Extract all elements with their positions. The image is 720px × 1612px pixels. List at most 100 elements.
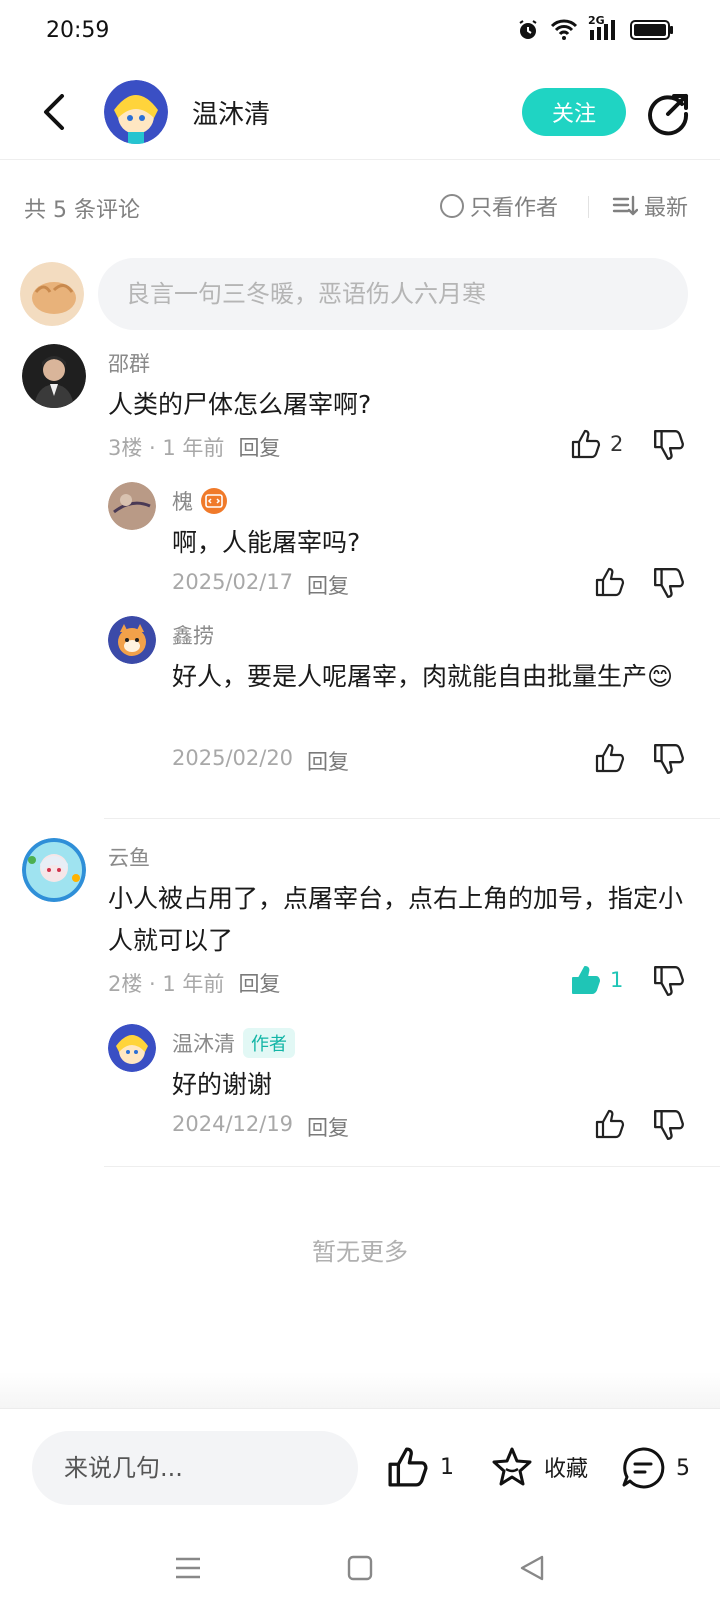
thumbs-down-icon: [654, 744, 684, 774]
avatar[interactable]: [108, 1024, 156, 1072]
thumbs-up-icon: [595, 743, 625, 773]
battery-icon: [630, 20, 673, 40]
thumbs-up-icon: [595, 567, 625, 597]
menu-icon: [176, 1557, 200, 1579]
like-button[interactable]: 2: [570, 428, 623, 460]
divider: [588, 196, 589, 218]
dislike-button[interactable]: [652, 1108, 688, 1144]
dislike-button[interactable]: [652, 964, 688, 1000]
thumbs-up-filled-icon: [572, 966, 600, 994]
reply-meta: 2025/02/20 回复: [172, 746, 349, 776]
status-bar: 20:59 2G: [0, 0, 720, 64]
comment-meta: 2楼 · 1 年前 回复: [108, 968, 280, 998]
favorite-label: 收藏: [544, 1457, 589, 1482]
dislike-button[interactable]: [652, 566, 688, 602]
comment-count: 共 5 条评论: [24, 198, 140, 223]
like-button[interactable]: [594, 742, 626, 774]
reply-button[interactable]: 回复: [238, 432, 280, 462]
reply-author-name: 槐: [172, 490, 193, 514]
back-triangle-icon: [520, 1555, 544, 1581]
like-button-active[interactable]: 1: [570, 964, 623, 996]
avatar[interactable]: [22, 344, 86, 408]
comment-input[interactable]: [98, 258, 688, 330]
reply-text: 好的谢谢: [172, 1070, 273, 1099]
reply-text: 啊，人能屠宰吗?: [172, 528, 361, 557]
like-post-button[interactable]: 1: [386, 1445, 454, 1489]
author-only-toggle[interactable]: 只看作者: [440, 190, 558, 222]
author-avatar[interactable]: [104, 80, 168, 144]
reply-text: 好人，要是人呢屠宰，肉就能自由批量生产😊: [172, 662, 674, 691]
dislike-button[interactable]: [652, 428, 688, 464]
reply-meta: 2024/12/19 回复: [172, 1112, 349, 1142]
home-square-icon: [347, 1555, 373, 1581]
thumbs-down-icon: [654, 430, 684, 460]
comment-bubble-icon: [622, 1447, 665, 1489]
reply-button[interactable]: 回复: [307, 746, 349, 776]
menu-button[interactable]: [170, 1550, 206, 1586]
commenter-name[interactable]: 邵群: [108, 348, 150, 378]
status-time: 20:59: [46, 18, 110, 43]
thumbs-down-icon: [654, 966, 684, 996]
system-nav-bar: [0, 1520, 720, 1612]
home-button[interactable]: [342, 1550, 378, 1586]
my-avatar: [20, 262, 84, 326]
reply-date: 2025/02/17: [172, 570, 294, 594]
commenter-name[interactable]: 云鱼: [108, 842, 150, 872]
floor-time: 2楼 · 1 年前: [108, 972, 225, 996]
comment-total: 5: [676, 1455, 690, 1481]
status-icons: 2G: [516, 14, 674, 42]
reply-author-name: 温沐清: [172, 1032, 235, 1056]
developer-badge-icon: [201, 488, 227, 514]
reply-author-name[interactable]: 鑫捞: [172, 620, 214, 650]
like-button[interactable]: [594, 566, 626, 598]
avatar[interactable]: [108, 616, 156, 664]
radio-icon: [440, 194, 464, 218]
quick-comment-input[interactable]: [32, 1431, 358, 1505]
header: 温沐清 关注: [0, 64, 720, 160]
floor-time: 3楼 · 1 年前: [108, 436, 225, 460]
reply-date: 2024/12/19: [172, 1112, 294, 1136]
compose-row: [0, 258, 720, 330]
author-only-label: 只看作者: [470, 196, 559, 221]
follow-button[interactable]: 关注: [522, 88, 626, 136]
sort-button[interactable]: 最新: [612, 190, 688, 222]
post-like-count: 1: [440, 1454, 454, 1480]
like-count: 1: [610, 968, 624, 992]
comment-text: 小人被占用了，点屠宰台，点右上角的加号，指定小人就可以了: [108, 884, 684, 955]
no-more-label: 暂无更多: [312, 1238, 408, 1266]
alarm-icon: [519, 20, 537, 39]
comments-button[interactable]: 5: [620, 1445, 690, 1491]
fade-strip: [0, 1372, 720, 1408]
reply-author[interactable]: 温沐清 作者: [172, 1028, 295, 1058]
reply-button[interactable]: 回复: [238, 968, 280, 998]
comment-meta: 3楼 · 1 年前 回复: [108, 432, 280, 462]
reply-button[interactable]: 回复: [307, 1112, 349, 1142]
back-nav-button[interactable]: [514, 1550, 550, 1586]
thumbs-up-icon: [595, 1109, 625, 1139]
author-name[interactable]: 温沐清: [192, 94, 270, 131]
thumbs-up-icon: [571, 429, 601, 459]
divider: [104, 818, 720, 819]
dislike-button[interactable]: [652, 742, 688, 778]
thumbs-down-icon: [654, 1110, 684, 1140]
star-icon: [492, 1447, 532, 1486]
wifi-icon: [550, 19, 578, 40]
share-button[interactable]: [646, 90, 692, 136]
thumbs-down-icon: [654, 568, 684, 598]
share-icon: [648, 94, 689, 136]
chevron-left-icon: [44, 94, 64, 130]
avatar[interactable]: [108, 482, 156, 530]
like-count: 2: [610, 432, 624, 456]
reply-button[interactable]: 回复: [307, 570, 349, 600]
author-badge: 作者: [243, 1028, 295, 1058]
favorite-button[interactable]: 收藏: [490, 1445, 588, 1489]
sort-icon: [612, 195, 638, 216]
reply-author[interactable]: 槐: [172, 486, 227, 516]
thumbs-up-icon: [388, 1447, 428, 1487]
divider: [104, 1166, 720, 1167]
avatar[interactable]: [22, 838, 86, 902]
comment-text: 人类的尸体怎么屠宰啊?: [108, 390, 372, 419]
like-button[interactable]: [594, 1108, 626, 1140]
reply-meta: 2025/02/17 回复: [172, 570, 349, 600]
back-button[interactable]: [34, 88, 74, 136]
